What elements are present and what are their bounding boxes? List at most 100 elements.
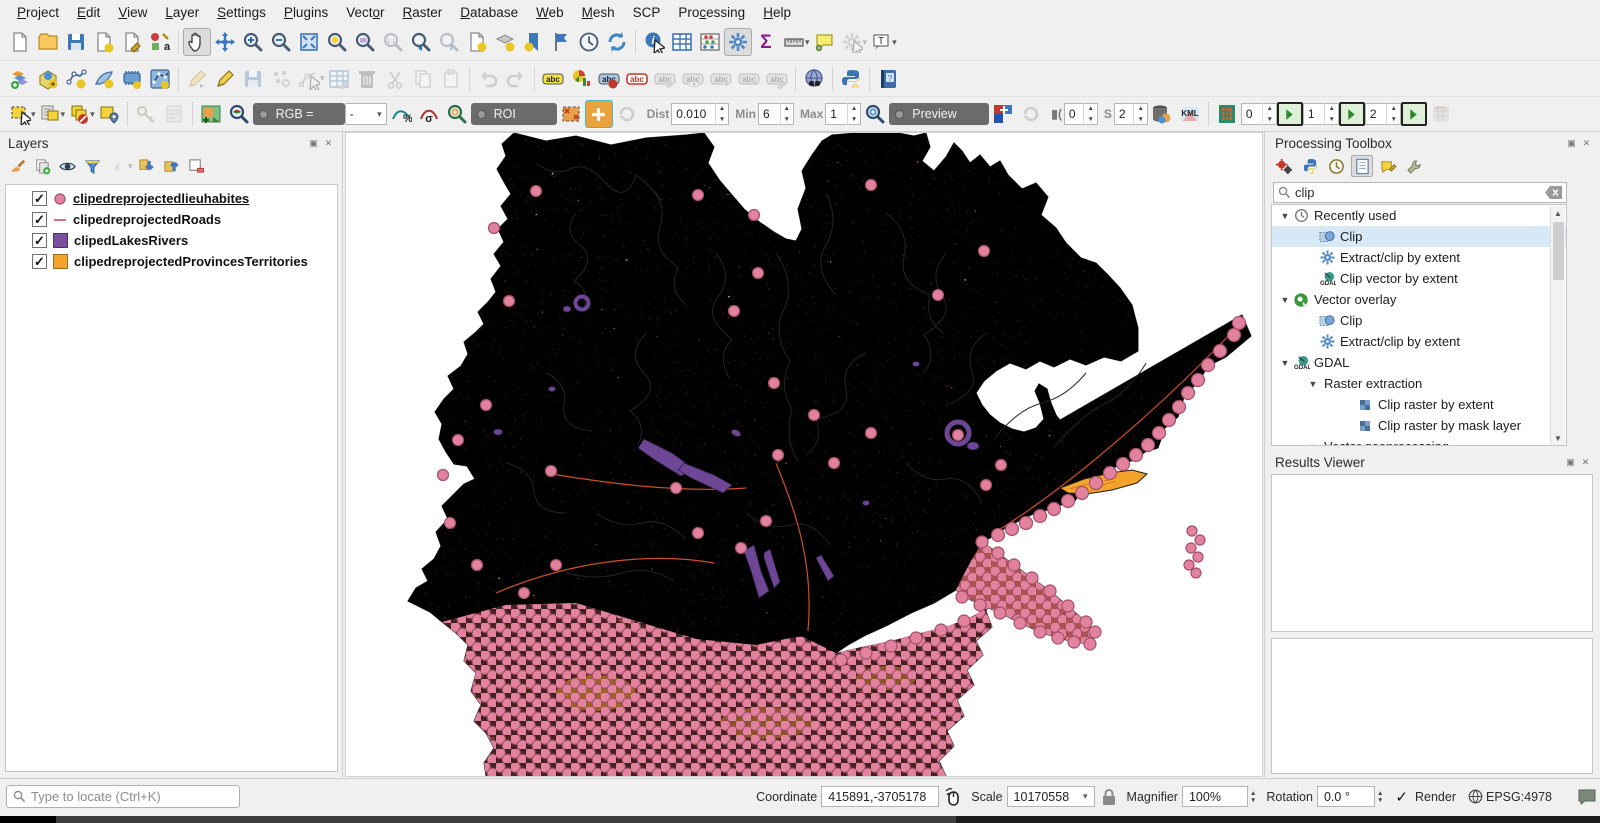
map-tips-button[interactable] xyxy=(810,28,838,56)
layer-labeling-button[interactable] xyxy=(539,65,567,93)
new-3d-map-view-button[interactable] xyxy=(491,28,519,56)
tree-group-raster-extraction[interactable]: ▼ Raster extraction xyxy=(1272,373,1566,394)
tree-group-gdal[interactable]: ▼ GDAL GDAL xyxy=(1272,352,1566,373)
magnifier-spin-arrows[interactable]: ▲▼ xyxy=(1250,790,1256,804)
caret-down-icon[interactable]: ▼ xyxy=(1280,295,1290,305)
scp-rgb-block-button[interactable] xyxy=(989,100,1017,128)
layer-name[interactable]: clipedreprojectedProvincesTerritories xyxy=(74,254,308,269)
caret-down-icon[interactable]: ▼ xyxy=(1280,358,1290,368)
highlight-pinned-labels-button[interactable]: abc xyxy=(623,65,651,93)
auth-key-button[interactable] xyxy=(132,100,160,128)
zoom-next-button[interactable] xyxy=(435,28,463,56)
caret-down-icon[interactable]: ▼ xyxy=(1308,442,1318,447)
scp-run-2-button[interactable] xyxy=(1401,102,1427,126)
results-float-button[interactable]: ▣ xyxy=(1565,457,1576,468)
new-mesh-layer-button[interactable] xyxy=(146,65,174,93)
temporal-controller-button[interactable] xyxy=(575,28,603,56)
processing-search-box[interactable]: clip xyxy=(1273,182,1567,203)
open-layer-styling-button[interactable] xyxy=(6,155,28,177)
text-annotation-button[interactable]: T xyxy=(867,28,895,56)
tree-item-clip-vector-overlay[interactable]: Clip xyxy=(1272,310,1566,331)
scp-rgb-select[interactable]: -▾ xyxy=(345,103,387,125)
scp-max-spinner[interactable]: 1▲▼ xyxy=(825,103,861,125)
filter-legend-button[interactable] xyxy=(81,155,103,177)
select-features-button[interactable] xyxy=(6,100,34,128)
scroll-thumb[interactable] xyxy=(1553,222,1564,280)
save-project-button[interactable] xyxy=(62,28,90,56)
scroll-down-icon[interactable]: ▼ xyxy=(1551,431,1565,446)
scp-min-spinner[interactable]: 6▲▼ xyxy=(758,103,794,125)
scp-preview-zoom-button[interactable] xyxy=(861,100,889,128)
messages-bubble-icon[interactable] xyxy=(1578,789,1596,805)
zoom-last-button[interactable] xyxy=(407,28,435,56)
processing-options-button[interactable] xyxy=(1403,155,1425,177)
feature-action-dropdown[interactable]: ▾ xyxy=(863,37,868,48)
deselect-dropdown[interactable]: ▾ xyxy=(90,109,95,120)
processing-toolbox-button[interactable] xyxy=(724,28,752,56)
results-close-button[interactable]: ✕ xyxy=(1580,457,1591,468)
delete-selected-button[interactable] xyxy=(353,65,381,93)
menu-plugins[interactable]: Plugins xyxy=(275,2,337,23)
layer-checkbox[interactable]: ✓ xyxy=(32,212,47,227)
style-manager-button[interactable]: a xyxy=(146,28,174,56)
scp-t-spinner[interactable]: 0▲▼ xyxy=(1064,103,1098,125)
lock-scale-icon[interactable] xyxy=(1101,788,1117,806)
map-theme-notes-button[interactable] xyxy=(160,100,188,128)
metasearch-button[interactable] xyxy=(800,65,828,93)
copy-features-button[interactable] xyxy=(409,65,437,93)
layer-row-lakesrivers[interactable]: ✓ clipedLakesRivers xyxy=(6,230,337,251)
scp-run-1-button[interactable] xyxy=(1339,102,1365,126)
menu-mesh[interactable]: Mesh xyxy=(573,2,624,23)
annotation-dropdown[interactable]: ▾ xyxy=(892,37,897,48)
scp-roi-plus-button[interactable] xyxy=(585,100,613,128)
layer-row-provinces[interactable]: ✓ clipedreprojectedProvincesTerritories xyxy=(6,251,337,272)
spinner-arrows-icon[interactable]: ▲▼ xyxy=(847,103,860,125)
scp-preview-pointer-button[interactable] xyxy=(225,100,253,128)
scp-sigma-stretch-button[interactable]: σ xyxy=(415,100,443,128)
menu-layer[interactable]: Layer xyxy=(156,2,208,23)
new-project-button[interactable] xyxy=(6,28,34,56)
zoom-out-button[interactable] xyxy=(267,28,295,56)
tree-scrollbar[interactable]: ▲ ▼ xyxy=(1550,206,1565,446)
scp-delete-db-button[interactable] xyxy=(1148,100,1176,128)
scale-combo[interactable]: 10170558▾ xyxy=(1007,786,1095,807)
help-button[interactable]: ? xyxy=(874,65,902,93)
new-spatialite-layer-button[interactable] xyxy=(90,65,118,93)
select-by-location-button[interactable] xyxy=(95,100,123,128)
pan-map-button[interactable] xyxy=(183,28,211,56)
new-virtual-layer-button[interactable] xyxy=(118,65,146,93)
scp-s-spinner[interactable]: 2▲▼ xyxy=(1114,103,1148,125)
statistical-summary-button[interactable]: Σ xyxy=(752,28,780,56)
scp-zoom-stretch-button[interactable] xyxy=(443,100,471,128)
menu-help[interactable]: Help xyxy=(754,2,800,23)
save-edits-button[interactable] xyxy=(239,65,267,93)
open-project-button[interactable] xyxy=(34,28,62,56)
layer-diagram-button[interactable] xyxy=(567,65,595,93)
menu-project[interactable]: Project xyxy=(8,2,68,23)
add-group-button[interactable] xyxy=(31,155,53,177)
toggle-editing-button[interactable] xyxy=(211,65,239,93)
select-dropdown[interactable]: ▾ xyxy=(31,109,36,120)
crs-value[interactable]: EPSG:4978 xyxy=(1486,790,1552,804)
history-button[interactable] xyxy=(1325,155,1347,177)
undo-button[interactable] xyxy=(474,65,502,93)
scp-dist-spinner[interactable]: 0.010▲▼ xyxy=(671,103,729,125)
magnifier-spinner[interactable]: 100% xyxy=(1182,786,1248,807)
remove-layer-button[interactable] xyxy=(186,155,208,177)
menu-processing[interactable]: Processing xyxy=(669,2,754,23)
processing-close-button[interactable]: ✕ xyxy=(1581,138,1592,149)
menu-edit[interactable]: Edit xyxy=(68,2,109,23)
spinner-arrows-icon[interactable]: ▲▼ xyxy=(1324,103,1337,125)
spinner-arrows-icon[interactable]: ▲▼ xyxy=(1083,103,1096,125)
scroll-up-icon[interactable]: ▲ xyxy=(1551,206,1565,221)
new-geopackage-layer-button[interactable] xyxy=(34,65,62,93)
scp-signature-button[interactable] xyxy=(1427,100,1455,128)
python-console-button[interactable] xyxy=(837,65,865,93)
layer-checkbox[interactable]: ✓ xyxy=(32,191,47,206)
menu-scp[interactable]: SCP xyxy=(624,2,670,23)
scp-grid-spinner-0[interactable]: 0▲▼ xyxy=(1241,103,1277,125)
caret-down-icon[interactable]: ▼ xyxy=(1308,379,1318,389)
layer-checkbox[interactable]: ✓ xyxy=(32,254,47,269)
tree-group-vector-overlay[interactable]: ▼ Vector overlay xyxy=(1272,289,1566,310)
new-shapefile-layer-button[interactable] xyxy=(62,65,90,93)
